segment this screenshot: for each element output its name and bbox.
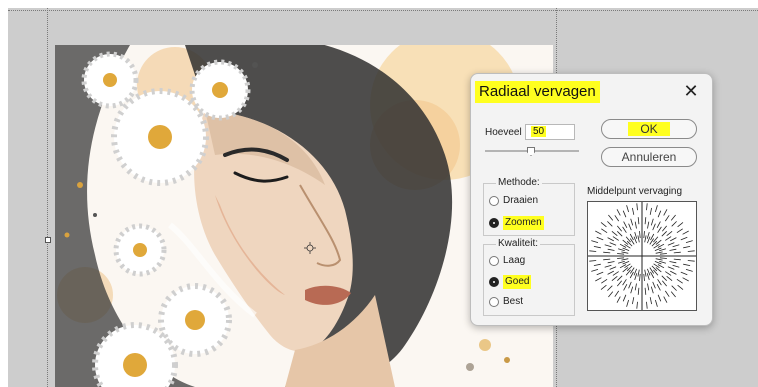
method-group: Methode: Draaien Zoomen bbox=[483, 177, 575, 236]
quality-option-label: Laag bbox=[503, 255, 526, 266]
ok-button[interactable]: OK bbox=[601, 119, 697, 139]
quality-group: Kwaliteit: Laag Goed Best bbox=[483, 238, 575, 316]
guide-line-vertical bbox=[47, 8, 48, 387]
radio-goed[interactable] bbox=[489, 277, 499, 287]
radio-zoomen[interactable] bbox=[489, 218, 499, 228]
dialog-titlebar[interactable]: Radiaal vervagen ✕ bbox=[471, 74, 712, 108]
amount-slider[interactable] bbox=[485, 147, 579, 157]
quality-label: Kwaliteit: bbox=[496, 238, 541, 250]
dialog-title: Radiaal vervagen bbox=[475, 81, 600, 103]
radio-laag[interactable] bbox=[489, 256, 499, 266]
center-label: Middelpunt vervaging bbox=[587, 186, 683, 197]
radio-best[interactable] bbox=[489, 297, 499, 307]
daisy-flower bbox=[189, 59, 251, 121]
quality-option-label: Best bbox=[503, 296, 524, 307]
quality-option-label: Goed bbox=[503, 275, 532, 289]
radial-blur-dialog: Radiaal vervagen ✕ Hoeveel 50 OK Annuler… bbox=[470, 73, 713, 326]
daisy-flower bbox=[111, 88, 209, 186]
amount-input[interactable]: 50 bbox=[525, 124, 575, 140]
daisy-flower bbox=[81, 51, 139, 109]
close-icon[interactable]: ✕ bbox=[680, 80, 702, 102]
guide-line-horizontal bbox=[8, 10, 758, 11]
method-label: Methode: bbox=[496, 177, 542, 189]
slider-thumb[interactable] bbox=[527, 147, 535, 156]
blur-center-preview[interactable] bbox=[587, 201, 697, 311]
amount-value: 50 bbox=[531, 126, 547, 137]
method-option-label: Draaien bbox=[503, 195, 539, 206]
radio-draaien[interactable] bbox=[489, 196, 499, 206]
daisy-flower bbox=[158, 283, 232, 357]
amount-label: Hoeveel bbox=[485, 127, 522, 138]
method-option-label: Zoomen bbox=[503, 216, 544, 230]
zoom-preview-pattern bbox=[588, 202, 696, 310]
daisy-flower bbox=[113, 223, 167, 277]
selection-handle[interactable] bbox=[45, 237, 51, 243]
ok-button-label: OK bbox=[628, 122, 670, 136]
cancel-button[interactable]: Annuleren bbox=[601, 147, 697, 167]
